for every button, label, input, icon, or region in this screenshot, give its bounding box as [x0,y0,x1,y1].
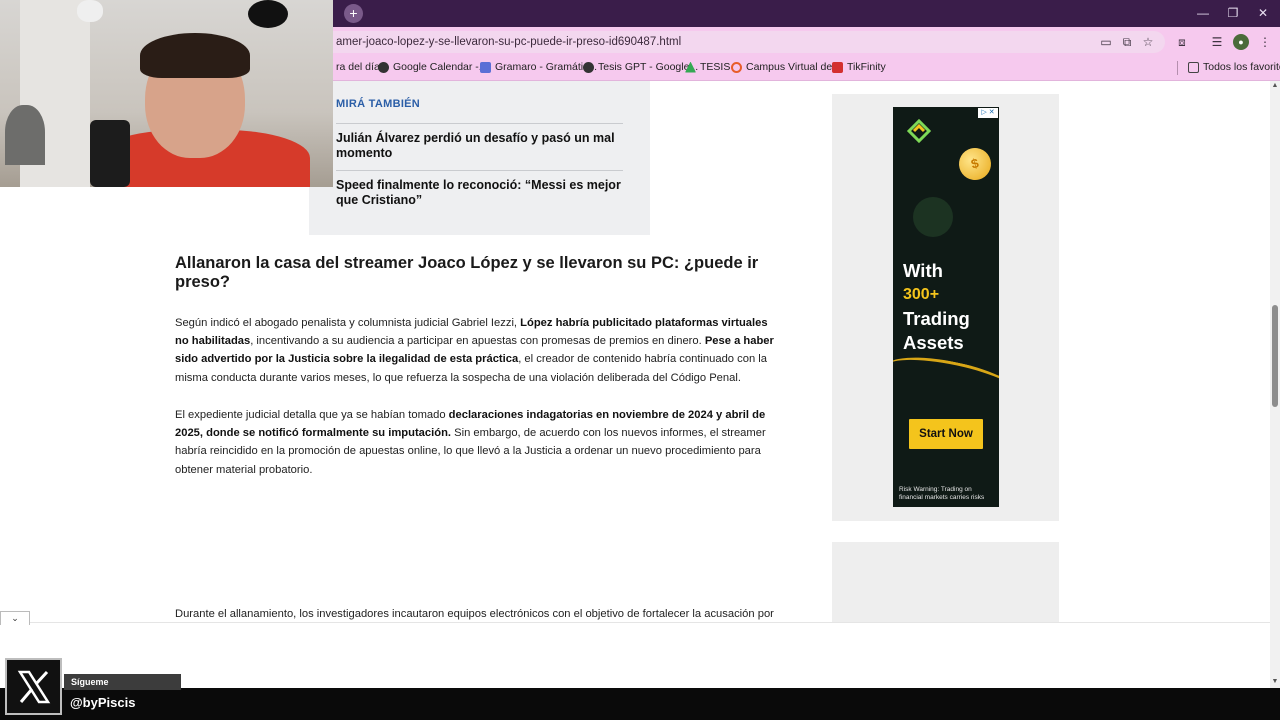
ad-headline: With [903,260,943,281]
divider [336,170,623,171]
new-tab-button[interactable]: + [344,4,363,23]
bookmark-item[interactable]: TESIS [685,61,730,73]
bookmark-item[interactable]: Google Calendar -... [378,61,488,73]
bookmark-label: TikFinity [847,61,886,73]
related-link[interactable]: Speed finalmente lo reconoció: “Messi es… [336,178,626,208]
divider [336,123,623,124]
microphone [90,120,130,187]
body-text: , incentivando a su audiencia a particip… [250,335,705,348]
drive-favicon-icon [685,61,696,73]
ad-headline-2: Trading Assets [903,307,970,355]
bookmark-item[interactable]: Gramaro - Gramátic... [480,61,597,73]
x-icon [17,670,51,704]
profile-avatar-icon[interactable]: ● [1233,34,1249,50]
bookmark-item[interactable]: ra del día [336,61,380,73]
article-headline: Allanaron la casa del streamer Joaco Lóp… [175,254,759,291]
gramaro-favicon-icon [480,61,491,73]
ad-choices-icon[interactable]: ▷ ✕ [978,108,998,118]
bookmark-item[interactable]: Campus Virtual del... [731,61,843,73]
url-text[interactable]: amer-joaco-lopez-y-se-llevaron-su-pc-pue… [336,36,681,48]
body-text: Según indicó el abogado penalista y colu… [175,317,521,329]
social-handle: @byPiscis [70,695,136,710]
trading-ad-banner[interactable]: ▷ ✕ $ With 300+ Trading Assets Start Now … [893,107,999,507]
menu-kebab-icon[interactable]: ⋮ [1257,34,1273,50]
webcam-overlay [0,0,333,187]
broker-logo-icon [906,118,932,144]
all-favorites-folder[interactable]: Todos los favoritos [1188,61,1280,73]
gpt-favicon-icon [583,61,594,73]
collapse-chevron-icon[interactable]: ⌄ [0,611,30,625]
ad-count: 300+ [903,286,940,303]
bookmark-item[interactable]: Tesis GPT - Google... [583,61,698,73]
article-paragraph: El expediente judicial detalla que ya se… [175,406,780,479]
scroll-down-icon[interactable]: ▼ [1270,678,1280,685]
install-app-icon[interactable]: ⧉ [1119,34,1135,50]
related-link[interactable]: Julián Álvarez perdió un desafío y pasó … [336,131,626,161]
campus-favicon-icon [731,61,742,73]
streamer-hair [140,33,250,78]
close-window-button[interactable]: ✕ [1248,4,1278,22]
screen: + — ❐ ✕ amer-joaco-lopez-y-se-llevaron-s… [0,0,1280,720]
cast-off-icon[interactable]: ▭ [1098,34,1114,50]
related-title: MIRÁ TAMBIÉN [336,98,421,110]
start-now-button[interactable]: Start Now [909,419,983,449]
decorative-curve [893,347,999,417]
follow-label: Sígueme [64,674,181,690]
coin-icon: $ [955,144,995,184]
decorative-glow [913,197,953,237]
social-handle-bar [0,688,1280,720]
media-controls-icon[interactable]: ☰ [1209,34,1225,50]
skull-decoration [77,0,103,22]
article-paragraph: Según indicó el abogado penalista y colu… [175,314,780,387]
bookmark-label: TESIS [700,61,731,73]
risk-warning: Risk Warning: Trading on financial marke… [899,486,985,501]
ad-word: Assets [903,332,964,353]
scroll-up-icon[interactable]: ▲ [1270,82,1280,89]
bottom-bar [0,622,1270,688]
extensions-icon[interactable]: ⧈ [1174,34,1190,50]
bookmark-item[interactable]: TikFinity [832,61,886,73]
bookmark-star-icon[interactable]: ☆ [1140,34,1156,50]
tombstone-decoration [5,105,45,165]
minimize-button[interactable]: — [1188,4,1218,22]
x-logo-icon [5,658,62,715]
bookmark-label: Tesis GPT - Google... [598,61,699,73]
bookmark-label: Campus Virtual del... [746,61,844,73]
ad-word: Trading [903,308,970,329]
body-text: El expediente judicial detalla que ya se… [175,409,449,421]
scrollbar-thumb[interactable] [1272,305,1278,407]
bookmark-label: Todos los favoritos [1203,61,1280,73]
folder-icon [1188,61,1199,73]
tikfinity-favicon-icon [832,61,843,73]
calendar-favicon-icon [378,61,389,73]
bookmark-label: ra del día [336,61,380,73]
ad-slot [832,542,1059,622]
bookmark-label: Gramaro - Gramátic... [495,61,598,73]
spider-decoration [248,0,288,28]
article-paragraph: Durante el allanamiento, los investigado… [175,608,774,620]
restore-button[interactable]: ❐ [1218,4,1248,22]
bookmark-label: Google Calendar -... [393,61,488,73]
bookmarks-separator [1177,61,1178,75]
